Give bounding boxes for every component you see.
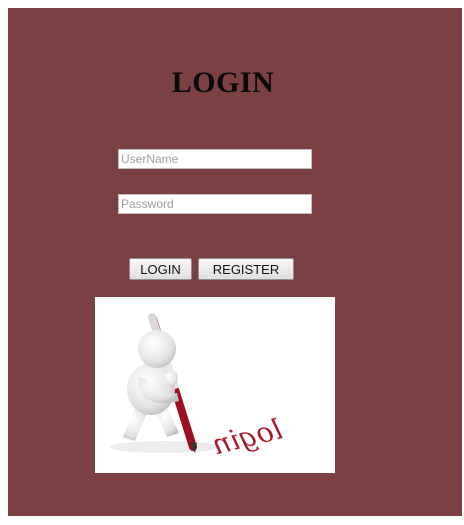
login-button[interactable]: LOGIN xyxy=(129,258,192,280)
login-panel: LOGIN LOGIN REGISTER xyxy=(8,8,462,516)
username-input[interactable] xyxy=(118,149,312,169)
person-figure xyxy=(123,330,179,441)
login-illustration: login xyxy=(95,297,335,473)
page-title: LOGIN xyxy=(171,66,275,99)
figure-writing-illustration: login xyxy=(110,313,286,461)
handwritten-login-text: login xyxy=(209,412,286,461)
register-button[interactable]: REGISTER xyxy=(198,258,294,280)
password-input[interactable] xyxy=(118,194,312,214)
